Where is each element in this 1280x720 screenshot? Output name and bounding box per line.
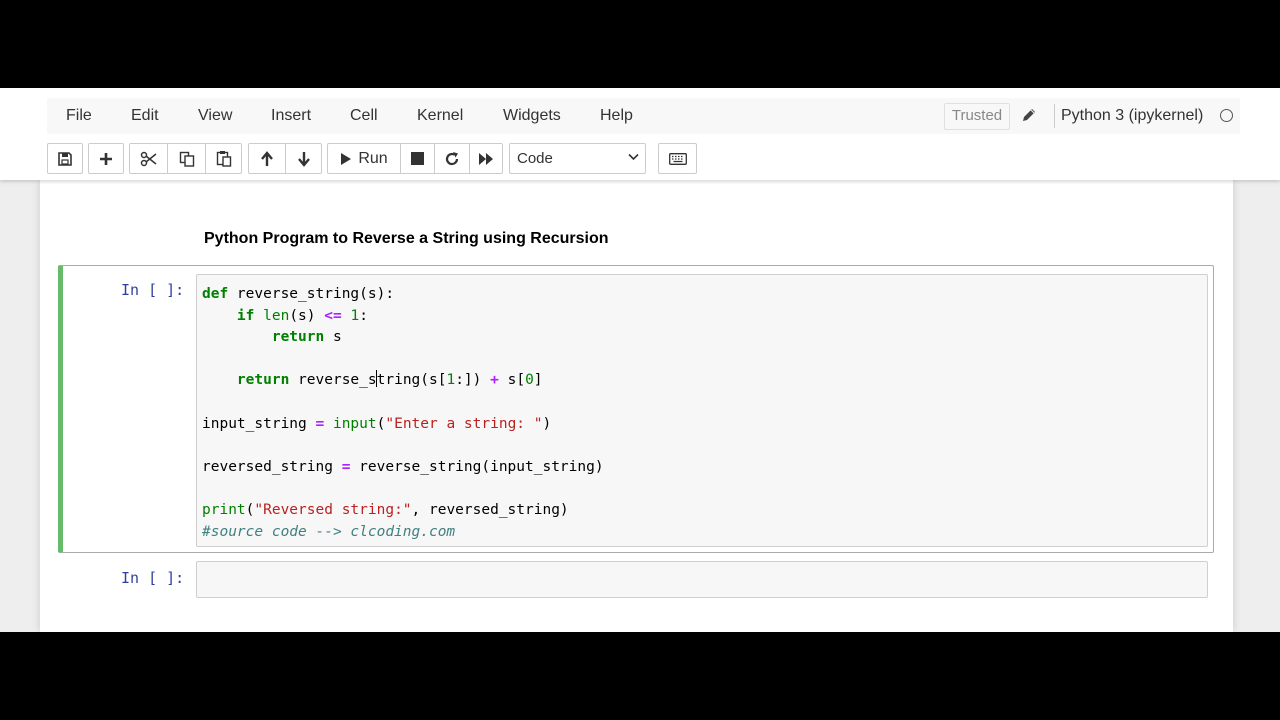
empty-code-cell-input[interactable] [196, 561, 1208, 598]
cell-prompt: In [ ]: [121, 569, 185, 587]
play-icon [341, 152, 352, 165]
arrow-down-icon [297, 151, 310, 167]
code-line: def reverse_string(s): [202, 286, 395, 302]
jupyter-app: File Edit View Insert Cell Kernel Widget… [0, 88, 1280, 632]
menu-file[interactable]: File [66, 98, 92, 134]
move-up-button[interactable] [249, 144, 285, 173]
menu-insert[interactable]: Insert [271, 98, 311, 134]
notebook-header: File Edit View Insert Cell Kernel Widget… [0, 88, 1280, 180]
trusted-indicator[interactable]: Trusted [944, 103, 1010, 130]
code-editor[interactable]: def reverse_string(s): if len(s) <= 1: r… [202, 284, 604, 543]
fast-forward-icon [479, 152, 493, 165]
insert-cell-button[interactable] [88, 143, 124, 174]
stop-icon [411, 152, 424, 165]
move-down-button[interactable] [286, 144, 321, 173]
run-button-group: Run [327, 143, 503, 174]
cell-type-select[interactable]: Code [509, 143, 646, 174]
menu-kernel[interactable]: Kernel [417, 98, 463, 134]
code-line: #source code --> clcoding.com [202, 523, 456, 540]
code-line: if len(s) <= 1: [236, 307, 368, 324]
menu-bar: File Edit View Insert Cell Kernel Widget… [47, 98, 1240, 134]
interrupt-button[interactable] [401, 144, 434, 173]
paste-button[interactable] [206, 144, 241, 173]
menu-help[interactable]: Help [600, 98, 633, 134]
menu-separator [1054, 104, 1055, 128]
restart-icon [445, 151, 459, 165]
run-label: Run [358, 149, 388, 167]
menu-view[interactable]: View [198, 98, 232, 134]
code-line: input_string = input("Enter a string: ") [202, 415, 552, 432]
copy-button[interactable] [168, 144, 205, 173]
notebook-container: Python Program to Reverse a String using… [40, 180, 1233, 632]
cell-type-value: Code [517, 150, 553, 167]
restart-run-all-button[interactable] [470, 144, 502, 173]
pencil-icon[interactable] [1020, 106, 1040, 126]
kernel-name[interactable]: Python 3 (ipykernel) [1061, 98, 1203, 134]
plus-icon [89, 144, 123, 173]
markdown-heading[interactable]: Python Program to Reverse a String using… [204, 230, 609, 248]
scissors-icon [140, 151, 156, 166]
command-palette-button[interactable] [658, 143, 697, 174]
paste-icon [216, 151, 231, 167]
arrow-up-icon [261, 150, 273, 166]
run-button[interactable]: Run [328, 144, 400, 173]
code-line: return s [271, 329, 342, 346]
text-cursor [376, 370, 378, 388]
move-button-group [248, 143, 322, 174]
code-line: reversed_string = reverse_string(input_s… [202, 458, 604, 475]
save-button[interactable] [47, 143, 83, 174]
edit-button-group [129, 143, 242, 174]
copy-icon [179, 151, 194, 167]
code-line: print("Reversed string:", reversed_strin… [202, 501, 569, 518]
kernel-idle-icon [1220, 109, 1233, 122]
cell-prompt: In [ ]: [121, 281, 185, 299]
chevron-down-icon [628, 153, 639, 161]
menu-edit[interactable]: Edit [131, 98, 159, 134]
restart-button[interactable] [435, 144, 469, 173]
keyboard-icon [659, 144, 696, 173]
cut-button[interactable] [130, 144, 167, 173]
menu-widgets[interactable]: Widgets [503, 98, 561, 134]
code-line: return reverse_string(s[1:]) + s[0] [236, 370, 543, 389]
menu-cell[interactable]: Cell [350, 98, 378, 134]
save-icon [48, 144, 82, 173]
